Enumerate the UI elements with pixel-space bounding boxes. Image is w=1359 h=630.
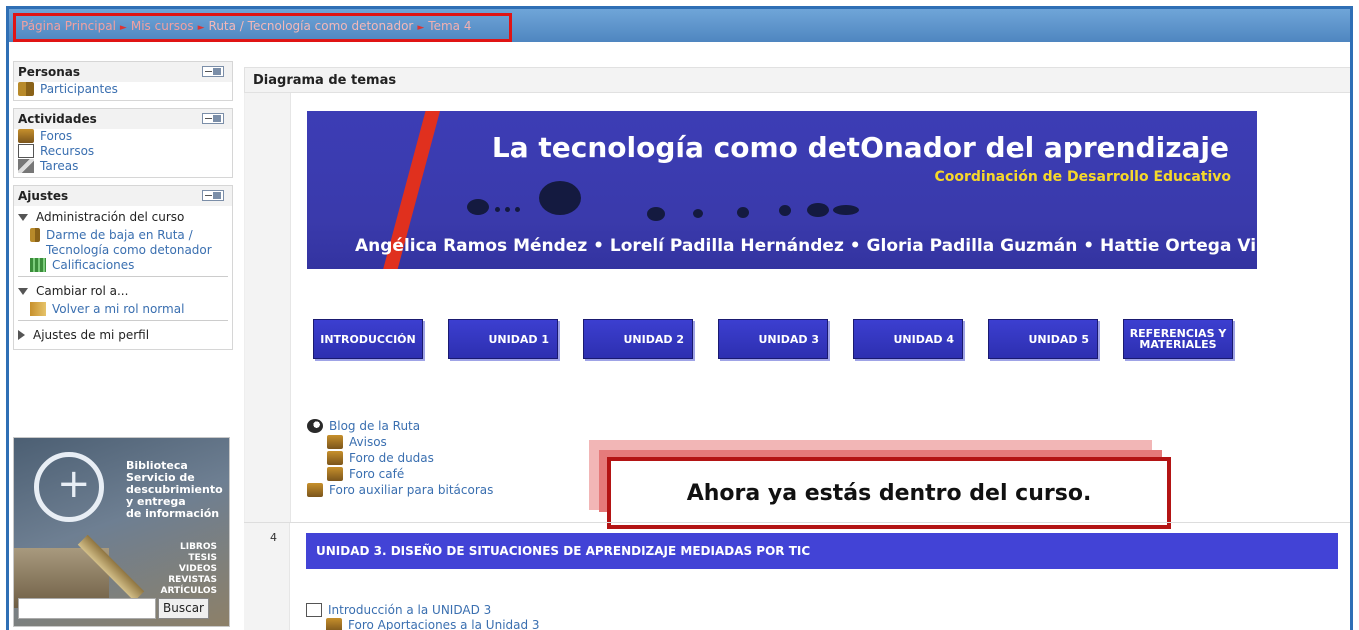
section-4: 4 UNIDAD 3. DISEÑO DE SITUACIONES DE APR… [244, 522, 1350, 630]
course-banner: La tecnología como detOnador del aprendi… [307, 111, 1257, 269]
banner-subtitle: Coordinación de Desarrollo Educativo [934, 169, 1231, 185]
unit-buttons: INTRODUCCIÓN UNIDAD 1 UNIDAD 2 UNIDAD 3 … [313, 319, 1243, 359]
section-4-title: UNIDAD 3. DISEÑO DE SITUACIONES DE APREN… [306, 533, 1338, 569]
block-personas: Personas Participantes [13, 61, 233, 101]
page-icon [306, 603, 322, 617]
callout-message: Ahora ya estás dentro del curso. [607, 457, 1171, 529]
blog-icon [307, 419, 323, 433]
forum-icon [327, 435, 343, 449]
banner-authors: Angélica Ramos Méndez • Lorelí Padilla H… [355, 236, 1257, 256]
breadcrumb-separator-icon: ► [119, 23, 127, 33]
library-title: Biblioteca Servicio de descubrimiento y … [126, 459, 223, 520]
dock-toggle-icon[interactable] [202, 66, 224, 77]
block-ajustes: Ajustes Administración del curso Darme d… [13, 185, 233, 350]
participants-icon [18, 82, 34, 96]
unit-2-button[interactable]: UNIDAD 2 [583, 319, 693, 359]
assignment-icon [18, 159, 34, 173]
resource-icon [18, 144, 34, 158]
breadcrumb-course[interactable]: Ruta / Tecnología como detonador [209, 19, 414, 33]
grades-link[interactable]: Calificaciones [18, 258, 228, 273]
expanded-icon [18, 287, 28, 295]
grades-icon [30, 258, 46, 272]
sidebar-item-recursos[interactable]: Recursos [18, 144, 228, 159]
foro-cafe-link[interactable]: Foro café [307, 467, 493, 482]
return-role-link[interactable]: Volver a mi rol normal [18, 302, 228, 317]
sidebar: Personas Participantes Actividades Foros [13, 61, 233, 357]
dock-toggle-icon[interactable] [202, 190, 224, 201]
breadcrumb-separator-icon: ► [417, 23, 425, 33]
block-ajustes-title: Ajustes [18, 189, 69, 203]
role-icon [30, 302, 46, 316]
blog-link[interactable]: Blog de la Ruta [307, 419, 493, 434]
forum-icon [327, 451, 343, 465]
forum-unit3-link[interactable]: Foro Aportaciones a la Unidad 3 [306, 618, 540, 630]
expanded-icon [18, 213, 28, 221]
library-search-button[interactable]: Buscar [158, 598, 209, 619]
library-widget: Biblioteca Servicio de descubrimiento y … [13, 437, 230, 627]
section-0-activities: Blog de la Ruta Avisos Foro de dudas For… [307, 419, 493, 499]
unenrol-link[interactable]: Darme de baja en Ruta / Tecnología como … [18, 228, 228, 258]
profile-settings-node[interactable]: Ajustes de mi perfil [18, 324, 228, 346]
sidebar-item-foros[interactable]: Foros [18, 129, 228, 144]
avisos-link[interactable]: Avisos [307, 435, 493, 450]
sidebar-item-tareas[interactable]: Tareas [18, 159, 228, 174]
block-personas-title: Personas [18, 65, 81, 79]
block-actividades: Actividades Foros Recursos Tareas [13, 108, 233, 178]
collapsed-icon [18, 330, 25, 340]
banner-title: La tecnología como detOnador del aprendi… [491, 131, 1229, 164]
dock-toggle-icon[interactable] [202, 113, 224, 124]
user-icon [30, 228, 40, 242]
forum-icon [326, 618, 342, 630]
unit-5-button[interactable]: UNIDAD 5 [988, 319, 1098, 359]
section-4-activities: Introducción a la UNIDAD 3 Foro Aportaci… [306, 603, 540, 630]
intro-unit3-link[interactable]: Introducción a la UNIDAD 3 [306, 603, 540, 618]
switch-role-node[interactable]: Cambiar rol a... [18, 280, 228, 302]
library-search-input[interactable] [18, 598, 156, 619]
unit-1-button[interactable]: UNIDAD 1 [448, 319, 558, 359]
foro-bitacoras-link[interactable]: Foro auxiliar para bitácoras [307, 483, 493, 498]
main-content: Diagrama de temas La tecnología como det… [244, 67, 1350, 630]
section-number: 4 [270, 531, 277, 544]
references-button[interactable]: REFERENCIAS Y MATERIALES [1123, 319, 1233, 359]
breadcrumb: Página Principal ► Mis cursos ► Ruta / Tecno… [21, 19, 471, 33]
library-types: LIBROS TESIS VIDEOS REVISTAS ARTÍCULOS [160, 542, 217, 596]
foro-dudas-link[interactable]: Foro de dudas [307, 451, 493, 466]
library-logo-icon [34, 452, 104, 522]
unit-3-button[interactable]: UNIDAD 3 [718, 319, 828, 359]
sidebar-item-participantes[interactable]: Participantes [18, 82, 228, 97]
forum-icon [18, 129, 34, 143]
page-title: Diagrama de temas [244, 67, 1350, 93]
block-actividades-title: Actividades [18, 112, 97, 126]
breadcrumb-home[interactable]: Página Principal [21, 19, 116, 33]
breadcrumb-current: Tema 4 [428, 19, 472, 33]
forum-icon [327, 467, 343, 481]
browser-frame: Página Principal ► Mis cursos ► Ruta / Tecno… [6, 6, 1353, 630]
course-admin-node[interactable]: Administración del curso [18, 206, 228, 228]
forum-icon [307, 483, 323, 497]
intro-button[interactable]: INTRODUCCIÓN [313, 319, 423, 359]
unit-4-button[interactable]: UNIDAD 4 [853, 319, 963, 359]
breadcrumb-separator-icon: ► [197, 23, 205, 33]
breadcrumb-my-courses[interactable]: Mis cursos [131, 19, 194, 33]
